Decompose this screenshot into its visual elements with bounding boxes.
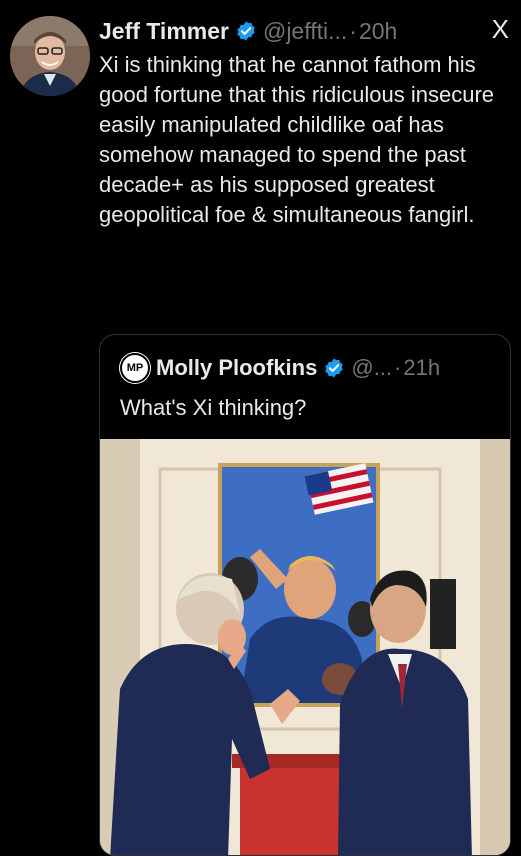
quoted-tweet-text: What's Xi thinking? bbox=[120, 395, 307, 420]
quoted-tweet-photo[interactable] bbox=[100, 439, 510, 856]
quoted-verified-badge-icon bbox=[325, 358, 344, 378]
author-name[interactable]: Jeff Timmer bbox=[99, 18, 229, 45]
quoted-timestamp[interactable]: 21h bbox=[403, 355, 440, 381]
author-handle[interactable]: @jeffti... bbox=[263, 18, 347, 45]
quoted-author-avatar[interactable]: MP bbox=[120, 353, 150, 383]
tweet-text: Xi is thinking that he cannot fathom his… bbox=[99, 52, 495, 227]
author-avatar-image bbox=[10, 16, 90, 96]
quoted-header-separator: · bbox=[394, 355, 402, 380]
author-avatar[interactable] bbox=[10, 16, 90, 96]
tweet-header: Jeff Timmer @jeffti... · 20h bbox=[99, 12, 507, 50]
quoted-author-handle[interactable]: @... bbox=[351, 355, 392, 381]
quoted-tweet[interactable]: MP Molly Ploofkins @... · 21h What's Xi … bbox=[99, 334, 511, 856]
close-icon[interactable]: X bbox=[492, 14, 509, 45]
tweet-timestamp[interactable]: 20h bbox=[359, 18, 397, 45]
verified-badge-icon bbox=[237, 21, 255, 41]
quoted-tweet-header: MP Molly Ploofkins @... · 21h bbox=[120, 353, 500, 383]
header-separator: · bbox=[349, 17, 357, 44]
quoted-author-name[interactable]: Molly Ploofkins bbox=[156, 355, 317, 381]
